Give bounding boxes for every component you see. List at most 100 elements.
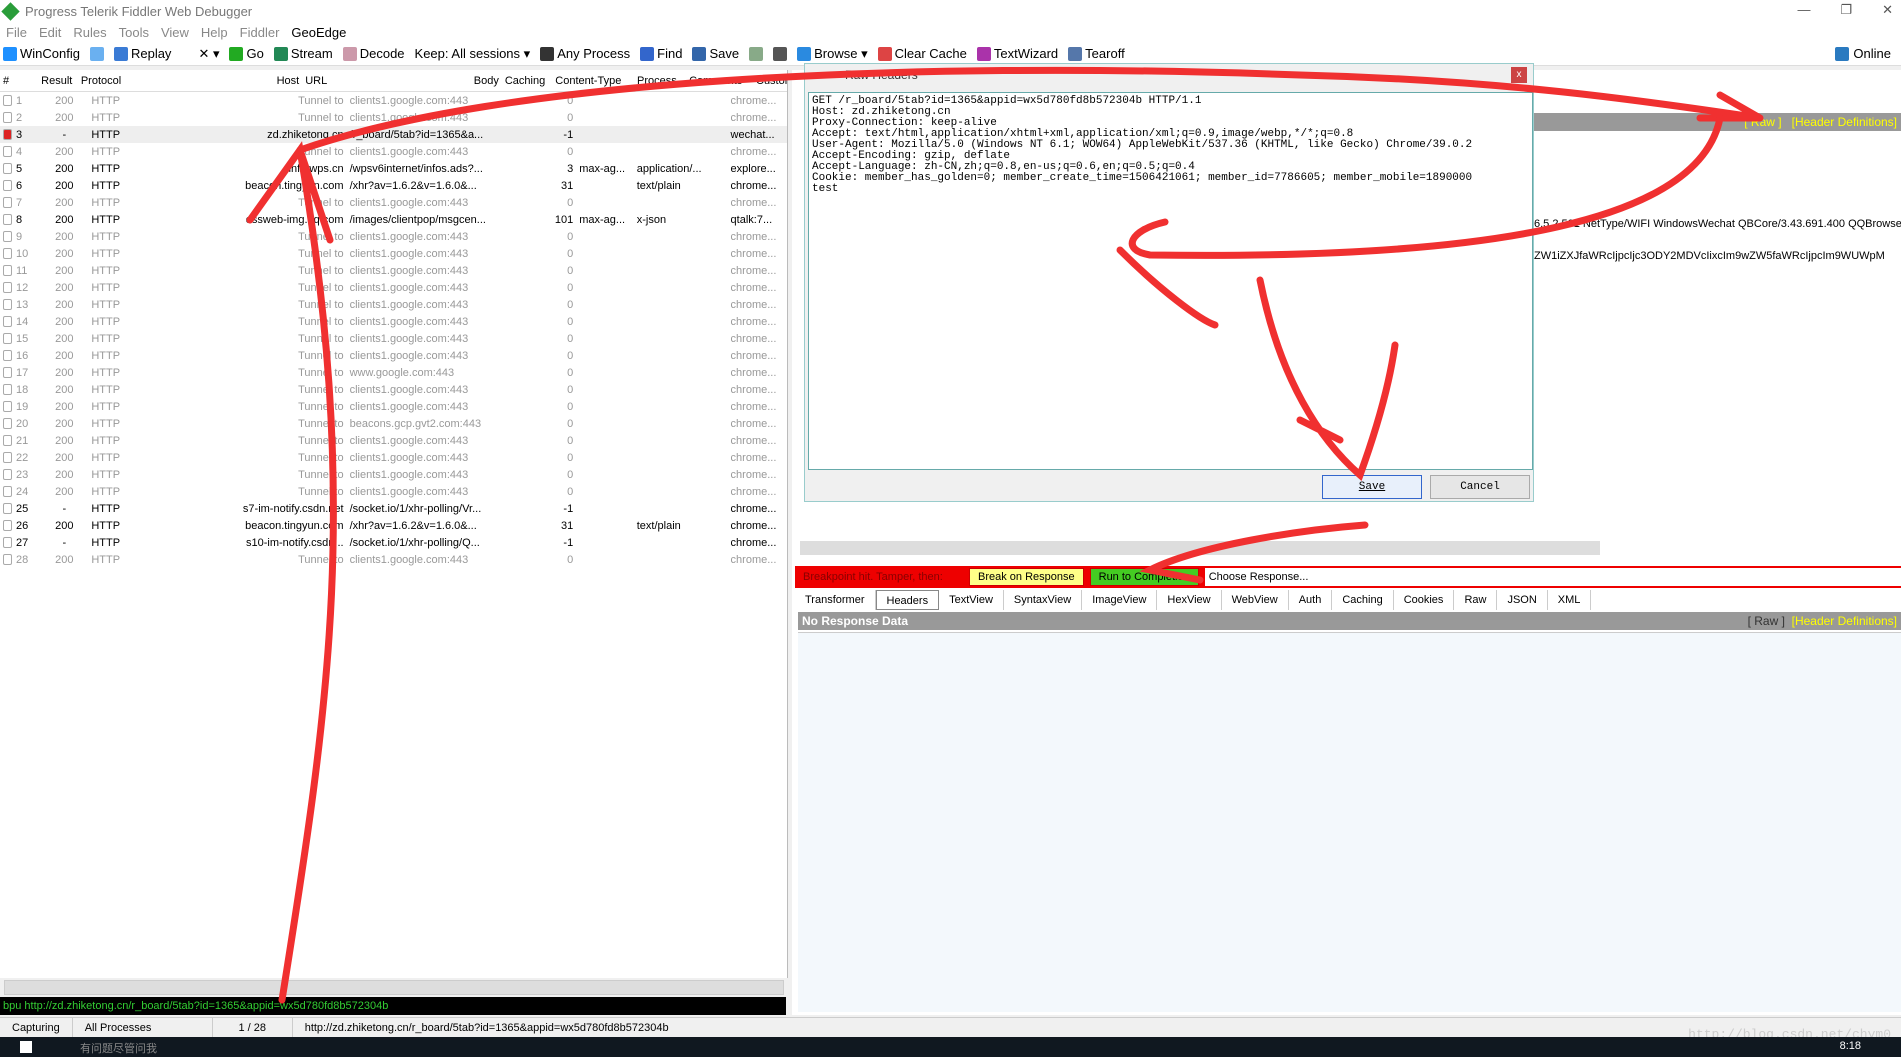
session-row[interactable]: 12 200 HTTP Tunnel to clients1.google.com:44… <box>0 279 787 296</box>
taskbar-search[interactable]: 有问题尽管问我 <box>80 1040 157 1056</box>
menu-fiddler[interactable]: Fiddler <box>240 25 280 40</box>
tab-imageview[interactable]: ImageView <box>1082 590 1158 610</box>
save-button[interactable]: Save <box>1322 475 1422 499</box>
session-row[interactable]: 9 200 HTTP Tunnel to clients1.google.com:443… <box>0 228 787 245</box>
online-button[interactable]: Online <box>1835 46 1891 61</box>
restore-button[interactable]: ❐ <box>1840 2 1852 18</box>
break-on-response-button[interactable]: Break on Response <box>969 568 1084 586</box>
toolbar-button-keep-all-sessions-[interactable]: Keep: All sessions ▾ <box>415 46 531 62</box>
column-header-host[interactable]: Host <box>137 75 303 87</box>
session-row[interactable]: 11 200 HTTP Tunnel to clients1.google.com:44… <box>0 262 787 279</box>
menu-edit[interactable]: Edit <box>39 25 61 40</box>
session-row[interactable]: 5 200 HTTP info.wps.cn/wpsv6internet/infos.… <box>0 160 787 177</box>
tab-transformer[interactable]: Transformer <box>795 590 876 610</box>
menu-file[interactable]: File <box>6 25 27 40</box>
tab-headers[interactable]: Headers <box>875 590 940 610</box>
session-row[interactable]: 25 - HTTP s7-im-notify.csdn.net/socket.io/1… <box>0 500 787 517</box>
session-row[interactable]: 28 200 HTTP Tunnel to clients1.google.com:44… <box>0 551 787 568</box>
column-header-content-type[interactable]: Content-Type <box>552 75 634 87</box>
column-header-result[interactable]: Result <box>36 75 78 87</box>
response-header-definitions-link[interactable]: [Header Definitions] <box>1792 614 1897 628</box>
tab-xml[interactable]: XML <box>1548 590 1592 610</box>
tab-raw[interactable]: Raw <box>1454 590 1498 610</box>
session-row[interactable]: 16 200 HTTP Tunnel to clients1.google.com:44… <box>0 347 787 364</box>
close-button[interactable]: ✕ <box>1882 2 1893 18</box>
tab-json[interactable]: JSON <box>1497 590 1548 610</box>
session-row[interactable]: 18 200 HTTP Tunnel to clients1.google.com:44… <box>0 381 787 398</box>
session-row[interactable]: 1 200 HTTP Tunnel to clients1.google.com:443… <box>0 92 787 109</box>
tab-syntaxview[interactable]: SyntaxView <box>1004 590 1083 610</box>
session-row[interactable]: 7 200 HTTP Tunnel to clients1.google.com:443… <box>0 194 787 211</box>
menu-tools[interactable]: Tools <box>119 25 149 40</box>
session-row[interactable]: 19 200 HTTP Tunnel to clients1.google.com:44… <box>0 398 787 415</box>
toolbar-button-decode[interactable]: Decode <box>342 46 405 61</box>
column-header-custom[interactable]: Custom <box>753 75 787 87</box>
process-filter[interactable]: All Processes <box>73 1018 213 1037</box>
session-row[interactable]: 26 200 HTTP beacon.tingyun.com/xhr?av=1.6.2… <box>0 517 787 534</box>
run-to-completion-button[interactable]: Run to Completion <box>1089 568 1199 586</box>
toolbar-button-tearoff[interactable]: Tearoff <box>1068 46 1125 61</box>
session-row[interactable]: 23 200 HTTP Tunnel to clients1.google.com:44… <box>0 466 787 483</box>
tab-hexview[interactable]: HexView <box>1157 590 1222 610</box>
raw-link[interactable]: [ Raw ] <box>1744 115 1781 129</box>
minimize-button[interactable]: — <box>1797 2 1810 18</box>
session-row[interactable]: 22 200 HTTP Tunnel to clients1.google.com:44… <box>0 449 787 466</box>
tab-caching[interactable]: Caching <box>1332 590 1394 610</box>
windows-start-icon[interactable] <box>20 1041 32 1053</box>
toolbar-button-stream[interactable]: Stream <box>273 46 333 61</box>
cancel-button[interactable]: Cancel <box>1430 475 1530 499</box>
session-row[interactable]: 6 200 HTTP beacon.tingyun.com/xhr?av=1.6.2&… <box>0 177 787 194</box>
toolbar-button-any-process[interactable]: Any Process <box>540 46 630 61</box>
session-row[interactable]: 24 200 HTTP Tunnel to clients1.google.com:44… <box>0 483 787 500</box>
toolbar-button--[interactable]: ✕ ▾ <box>181 46 219 62</box>
toolbar-button-textwizard[interactable]: TextWizard <box>976 46 1058 61</box>
session-row[interactable]: 4 200 HTTP Tunnel to clients1.google.com:443… <box>0 143 787 160</box>
capturing-toggle[interactable]: Capturing <box>0 1018 73 1037</box>
tab-textview[interactable]: TextView <box>939 590 1004 610</box>
response-raw-link[interactable]: [ Raw ] <box>1748 614 1785 628</box>
header-definitions-link[interactable]: [Header Definitions] <box>1792 115 1897 129</box>
tab-cookies[interactable]: Cookies <box>1394 590 1455 610</box>
column-header-body[interactable]: Body <box>460 75 502 87</box>
column-header-#[interactable]: # <box>0 75 36 87</box>
session-row[interactable]: 2 200 HTTP Tunnel to clients1.google.com:443… <box>0 109 787 126</box>
toolbar-button-comment-icon[interactable] <box>89 46 104 61</box>
choose-response-dropdown[interactable]: Choose Response... <box>1204 568 1901 586</box>
session-row[interactable]: 13 200 HTTP Tunnel to clients1.google.com:44… <box>0 296 787 313</box>
session-row[interactable]: 15 200 HTTP Tunnel to clients1.google.com:44… <box>0 330 787 347</box>
toolbar-button-browse-[interactable]: Browse ▾ <box>797 46 868 62</box>
toolbar-button-clear-cache[interactable]: Clear Cache <box>877 46 967 61</box>
toolbar-button-winconfig[interactable]: WinConfig <box>3 46 80 61</box>
session-row[interactable]: 17 200 HTTP Tunnel to www.google.com:443 0 chr… <box>0 364 787 381</box>
column-header-caching[interactable]: Caching <box>502 75 552 87</box>
toolbar-button-go[interactable]: Go <box>229 46 264 61</box>
session-row[interactable]: 21 200 HTTP Tunnel to clients1.google.com:44… <box>0 432 787 449</box>
cell-text: Tunnel to <box>298 468 344 481</box>
inspector-horizontal-scrollbar[interactable] <box>800 541 1600 555</box>
menu-geoedge[interactable]: GeoEdge <box>291 25 346 40</box>
toolbar-button-screenshot-icon[interactable] <box>749 46 764 61</box>
menu-view[interactable]: View <box>161 25 189 40</box>
column-header-process[interactable]: Process <box>634 75 686 87</box>
session-row[interactable]: 10 200 HTTP Tunnel to clients1.google.com:44… <box>0 245 787 262</box>
session-row[interactable]: 20 200 HTTP Tunnel to beacons.gcp.gvt2.com:4… <box>0 415 787 432</box>
toolbar-button-save[interactable]: Save <box>692 46 739 61</box>
session-row[interactable]: 27 - HTTP s10-im-notify.csdn... /socket.io/1… <box>0 534 787 551</box>
session-row[interactable]: 14 200 HTTP Tunnel to clients1.google.com:44… <box>0 313 787 330</box>
session-row[interactable]: 8 200 HTTP ossweb-img.qq.com/images/clientp… <box>0 211 787 228</box>
column-header-protocol[interactable]: Protocol <box>78 75 137 87</box>
toolbar-button-replay[interactable]: Replay <box>113 46 171 61</box>
column-header-comments[interactable]: Comments <box>686 75 753 87</box>
menu-help[interactable]: Help <box>201 25 228 40</box>
sessions-horizontal-scrollbar[interactable] <box>4 980 784 995</box>
tab-auth[interactable]: Auth <box>1289 590 1333 610</box>
menu-rules[interactable]: Rules <box>73 25 106 40</box>
toolbar-button-timer-icon[interactable] <box>773 46 788 61</box>
raw-headers-textarea[interactable]: GET /r_board/5tab?id=1365&appid=wx5d780f… <box>808 92 1533 470</box>
dialog-close-button[interactable]: x <box>1511 67 1527 83</box>
quickexec-input[interactable]: bpu http://zd.zhiketong.cn/r_board/5tab?… <box>0 997 786 1015</box>
tab-webview[interactable]: WebView <box>1222 590 1289 610</box>
session-row[interactable]: 3 - HTTP zd.zhiketong.cn/r_board/5tab?id=13… <box>0 126 787 143</box>
toolbar-button-find[interactable]: Find <box>640 46 682 61</box>
column-header-url[interactable]: URL <box>302 75 459 87</box>
